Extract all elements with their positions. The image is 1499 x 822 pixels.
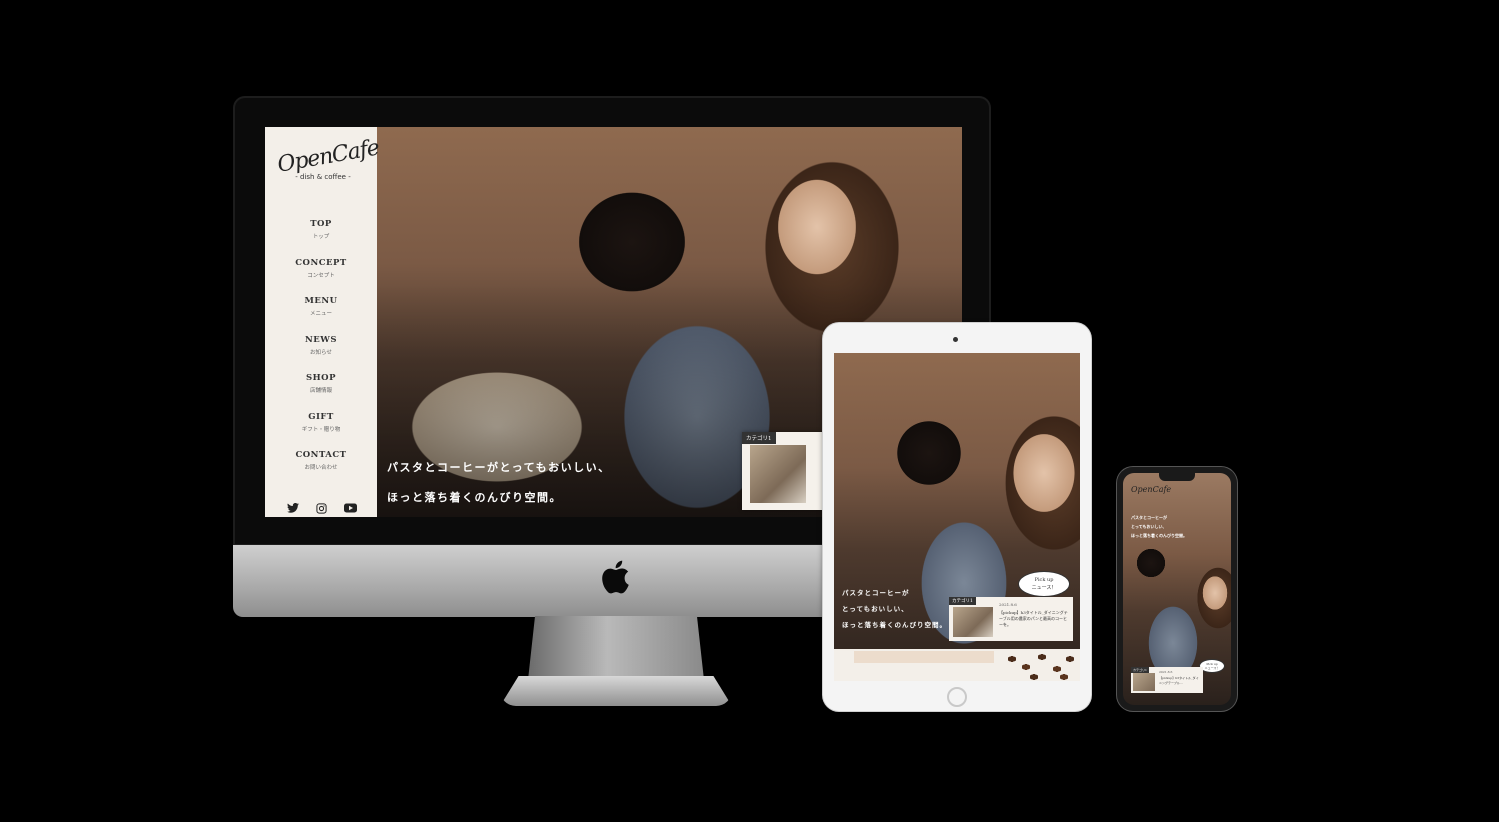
news-thumbnail — [1133, 673, 1155, 691]
news-card[interactable]: カテゴリ1 — [742, 432, 822, 510]
nav-label-ja: コンセプト — [307, 272, 335, 279]
instagram-icon[interactable] — [316, 503, 327, 514]
hero-catch-copy: パスタとコーヒーがとってもおいしい、 ほっと落ち着くのんびり空間。 — [387, 453, 611, 513]
news-thumbnail — [750, 445, 806, 503]
imac-stand-neck — [528, 616, 704, 680]
nav-label-en: CONTACT — [295, 450, 347, 460]
news-date: 2021.8.6 — [1159, 670, 1173, 674]
tablet-catch-line2: とってもおいしい、 — [842, 605, 909, 613]
tablet-site-screen: パスタとコーヒーが とってもおいしい、 ほっと落ち着くのんびり空間。 Pick … — [834, 353, 1080, 681]
news-date: 2021.8.6 — [999, 602, 1017, 607]
nav-item-news[interactable]: NEWS お知らせ — [265, 335, 377, 374]
tablet-device: パスタとコーヒーが とってもおいしい、 ほっと落ち着くのんびり空間。 Pick … — [823, 323, 1091, 711]
site-logo[interactable]: OpenCafe - dish & coffee - — [276, 135, 381, 181]
main-nav: TOP トップ CONCEPT コンセプト MENU メニュー NEWS お知ら… — [265, 219, 377, 489]
apple-logo-icon — [602, 560, 629, 594]
tablet-home-button — [947, 687, 967, 707]
nav-item-concept[interactable]: CONCEPT コンセプト — [265, 258, 377, 297]
tablet-catch-copy: パスタとコーヒーが とってもおいしい、 ほっと落ち着くのんびり空間。 — [842, 585, 947, 633]
nav-label-en: TOP — [310, 219, 332, 229]
nav-label-ja: トップ — [312, 234, 330, 240]
nav-item-top[interactable]: TOP トップ — [265, 219, 377, 258]
nav-label-en: MENU — [304, 296, 338, 306]
phone-news-card[interactable]: カテゴリ1 2021.8.6 【pickup】h3タイトル_ダイニングテーブル.… — [1131, 667, 1203, 693]
nav-item-shop[interactable]: SHOP 店舗情報 — [265, 373, 377, 412]
phone-site-screen: OpenCafe パスタとコーヒーが とってもおいしい、 ほっと落ち着くのんびり… — [1123, 473, 1231, 705]
phone-catch-line3: ほっと落ち着くのんびり空間。 — [1131, 533, 1187, 538]
tablet-bottom-section — [834, 649, 1080, 681]
nav-label-en: CONCEPT — [295, 257, 347, 268]
phone-notch — [1159, 473, 1195, 481]
logo-text: OpenCafe — [275, 135, 381, 178]
hero-catch-line1: パスタとコーヒーがとってもおいしい、 — [387, 461, 611, 474]
nav-item-contact[interactable]: CONTACT お問い合わせ — [265, 450, 377, 489]
nav-label-ja: ギフト・贈り物 — [301, 426, 341, 433]
social-links — [287, 503, 357, 514]
nav-label-ja: 店舗情報 — [309, 388, 332, 394]
pickup-bubble-line2: ニュース！ — [1204, 666, 1220, 670]
tablet-news-card[interactable]: カテゴリ1 2021.8.6 【pickup】h3タイトル_ダイニングテーブル用… — [949, 597, 1073, 641]
nav-item-menu[interactable]: MENU メニュー — [265, 296, 377, 335]
nav-item-gift[interactable]: GIFT ギフト・贈り物 — [265, 412, 377, 451]
news-thumbnail — [953, 607, 993, 637]
phone-catch-copy: パスタとコーヒーが とってもおいしい、 ほっと落ち着くのんびり空間。 — [1131, 513, 1187, 540]
pickup-bubble: Pick up ニュース！ — [1018, 571, 1070, 597]
nav-label-ja: お知らせ — [310, 349, 332, 356]
pickup-bubble-line1: Pick up — [1034, 577, 1054, 583]
nav-label-en: SHOP — [306, 373, 336, 383]
tablet-catch-line3: ほっと落ち着くのんびり空間。 — [842, 621, 947, 629]
phone-device: OpenCafe パスタとコーヒーが とってもおいしい、 ほっと落ち着くのんびり… — [1117, 467, 1237, 711]
imac-stand-foot — [500, 676, 732, 706]
news-category-tag: カテゴリ1 — [949, 597, 976, 605]
twitter-icon[interactable] — [287, 503, 299, 513]
phone-logo[interactable]: OpenCafe — [1131, 485, 1171, 494]
nav-label-en: NEWS — [305, 334, 337, 345]
phone-catch-line1: パスタとコーヒーが — [1131, 515, 1167, 520]
nav-label-ja: メニュー — [309, 311, 332, 317]
slider-dots — [387, 507, 430, 517]
news-category-tag: カテゴリ1 — [742, 432, 776, 444]
tablet-accent-band — [854, 651, 994, 663]
youtube-icon[interactable] — [344, 503, 357, 513]
news-title: 【pickup】h3タイトル_ダイニングテーブル用の農家のパンと最高のコーヒーを… — [999, 610, 1068, 627]
sidebar: OpenCafe - dish & coffee - TOP トップ CONCE… — [265, 127, 381, 517]
tablet-camera — [953, 337, 958, 342]
news-title: 【pickup】h3タイトル_ダイニングテーブル... — [1159, 676, 1199, 685]
nav-label-en: GIFT — [308, 411, 334, 422]
nav-label-ja: お問い合わせ — [304, 465, 338, 471]
tablet-catch-line1: パスタとコーヒーが — [842, 589, 910, 597]
coffee-beans-image — [1002, 649, 1080, 681]
phone-catch-line2: とってもおいしい、 — [1131, 524, 1167, 529]
pickup-bubble-line2: ニュース！ — [1031, 585, 1057, 591]
